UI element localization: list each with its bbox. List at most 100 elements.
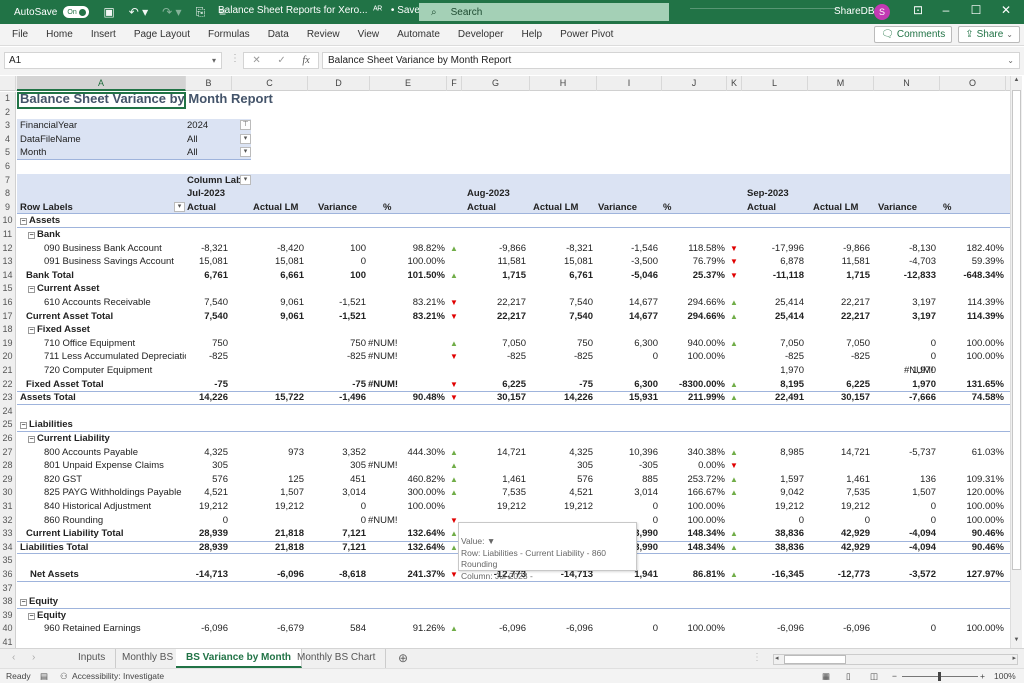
prev-sheet-icon[interactable]: ‹ <box>12 652 15 663</box>
row-header[interactable]: 23 <box>0 391 16 405</box>
filter-value[interactable]: All <box>187 133 237 147</box>
value-cell[interactable] <box>232 350 304 364</box>
value-cell[interactable]: 114.39% <box>900 310 1004 324</box>
value-cell[interactable]: 182.40% <box>900 242 1004 256</box>
insert-function-icon[interactable]: fx <box>302 55 309 66</box>
menu-home[interactable]: Home <box>46 29 73 40</box>
row-header[interactable]: 2 <box>0 105 16 120</box>
horizontal-scrollbar[interactable]: ◂ ▸ <box>773 654 1018 665</box>
value-cell[interactable]: 14,721 <box>808 446 870 460</box>
menu-review[interactable]: Review <box>307 29 340 40</box>
value-cell[interactable]: 8,195 <box>692 378 804 392</box>
value-cell[interactable] <box>808 364 870 378</box>
save-icon[interactable]: ▣ <box>103 5 114 19</box>
value-cell[interactable]: 100.00% <box>900 514 1004 528</box>
formula-input[interactable]: Balance Sheet Variance by Month Report ⌄ <box>322 52 1020 69</box>
value-cell[interactable]: 11,581 <box>412 255 526 269</box>
column-header-f[interactable]: F <box>447 76 462 91</box>
normal-view-icon[interactable]: ▦ <box>822 669 830 683</box>
value-cell[interactable]: -14,713 <box>136 568 228 582</box>
value-cell[interactable]: 74.58% <box>900 391 1004 405</box>
undo-icon[interactable]: ↶ ▾ <box>129 5 148 19</box>
scroll-up-icon[interactable]: ▲ <box>1012 77 1021 87</box>
row-header[interactable]: 38 <box>0 595 16 609</box>
row-header[interactable]: 34 <box>0 540 16 555</box>
value-cell[interactable]: 100.00% <box>900 622 1004 636</box>
page-layout-view-icon[interactable]: ▯ <box>846 669 851 683</box>
search-box[interactable]: ⌕ Search <box>419 3 669 21</box>
ribbon-display-icon[interactable]: ⊡ <box>908 3 928 17</box>
avatar[interactable]: S <box>874 4 890 20</box>
column-header-c[interactable]: C <box>232 76 308 91</box>
value-cell[interactable]: 25,414 <box>692 310 804 324</box>
value-cell[interactable]: 127.97% <box>900 568 1004 582</box>
row-header[interactable]: 19 <box>0 336 16 351</box>
value-cell[interactable]: 6,761 <box>530 269 593 283</box>
cancel-icon[interactable]: ✕ <box>252 55 260 66</box>
value-cell[interactable]: 125 <box>232 473 304 487</box>
value-cell[interactable]: 1,715 <box>412 269 526 283</box>
row-header[interactable]: 29 <box>0 472 16 487</box>
filter-active-icon[interactable]: ⊤ <box>240 120 251 131</box>
select-all-corner[interactable] <box>0 76 16 91</box>
value-cell[interactable]: 1,461 <box>412 473 526 487</box>
zoom-out-icon[interactable]: − <box>892 669 897 683</box>
value-cell[interactable]: 6,225 <box>412 378 526 392</box>
menu-page-layout[interactable]: Page Layout <box>134 29 190 40</box>
value-cell[interactable]: -6,096 <box>232 568 304 582</box>
value-cell[interactable]: 0 <box>692 514 804 528</box>
column-header-b[interactable]: B <box>186 76 232 91</box>
value-cell[interactable]: 576 <box>136 473 228 487</box>
row-header[interactable]: 35 <box>0 554 16 568</box>
value-cell[interactable]: 19,212 <box>530 500 593 514</box>
row-header[interactable]: 3 <box>0 119 16 133</box>
column-header-g[interactable]: G <box>462 76 530 91</box>
value-cell[interactable]: 22,491 <box>692 391 804 405</box>
value-cell[interactable]: -17,996 <box>692 242 804 256</box>
value-cell[interactable]: -16,345 <box>692 568 804 582</box>
value-cell[interactable]: 9,042 <box>692 486 804 500</box>
value-cell[interactable] <box>232 378 304 392</box>
value-cell[interactable]: 7,050 <box>808 337 870 351</box>
value-cell[interactable]: -825 <box>692 350 804 364</box>
row-header[interactable]: 24 <box>0 404 16 419</box>
column-header-k[interactable]: K <box>727 76 742 91</box>
filter-dropdown-icon[interactable]: ▾ <box>240 147 251 158</box>
value-cell[interactable] <box>412 364 526 378</box>
collapse-icon[interactable]: − <box>28 612 35 620</box>
value-cell[interactable]: -825 <box>412 350 526 364</box>
column-header-n[interactable]: N <box>874 76 940 91</box>
value-cell[interactable]: 8,985 <box>692 446 804 460</box>
value-cell[interactable]: 7,050 <box>412 337 526 351</box>
row-label[interactable]: − Equity <box>20 595 186 609</box>
value-cell[interactable]: -75 <box>136 378 228 392</box>
value-cell[interactable]: 6,761 <box>136 269 228 283</box>
row-header[interactable]: 41 <box>0 636 16 648</box>
menu-automate[interactable]: Automate <box>397 29 440 40</box>
accessibility-status[interactable]: Accessibility: Investigate <box>72 669 164 683</box>
value-cell[interactable]: 15,722 <box>232 391 304 405</box>
value-cell[interactable]: 21,818 <box>232 541 304 555</box>
value-cell[interactable]: 750 <box>136 337 228 351</box>
value-cell[interactable] <box>232 459 304 473</box>
name-box[interactable]: A1 ▾ <box>4 52 222 69</box>
menu-data[interactable]: Data <box>268 29 289 40</box>
user-name[interactable]: ShareDB <box>834 6 875 17</box>
value-cell[interactable]: -8,321 <box>530 242 593 256</box>
row-header[interactable]: 11 <box>0 228 16 242</box>
value-cell[interactable]: 38,836 <box>692 541 804 555</box>
tab-splitter[interactable]: ⋮ <box>752 652 762 663</box>
chevron-down-icon[interactable]: ▾ <box>212 53 216 68</box>
row-header[interactable]: 26 <box>0 432 16 446</box>
tab-bs-variance-by-month[interactable]: BS Variance by Month <box>176 649 303 668</box>
menu-insert[interactable]: Insert <box>91 29 116 40</box>
value-cell[interactable]: -11,118 <box>692 269 804 283</box>
value-cell[interactable]: 19,212 <box>136 500 228 514</box>
value-cell[interactable]: 15,081 <box>136 255 228 269</box>
row-header[interactable]: 31 <box>0 500 16 514</box>
row-label[interactable]: − Current Liability <box>28 432 186 446</box>
redo-icon[interactable]: ↷ ▾ <box>162 5 181 19</box>
value-cell[interactable]: -6,096 <box>808 622 870 636</box>
row-header[interactable]: 37 <box>0 581 16 596</box>
enter-icon[interactable]: ✓ <box>277 55 285 66</box>
